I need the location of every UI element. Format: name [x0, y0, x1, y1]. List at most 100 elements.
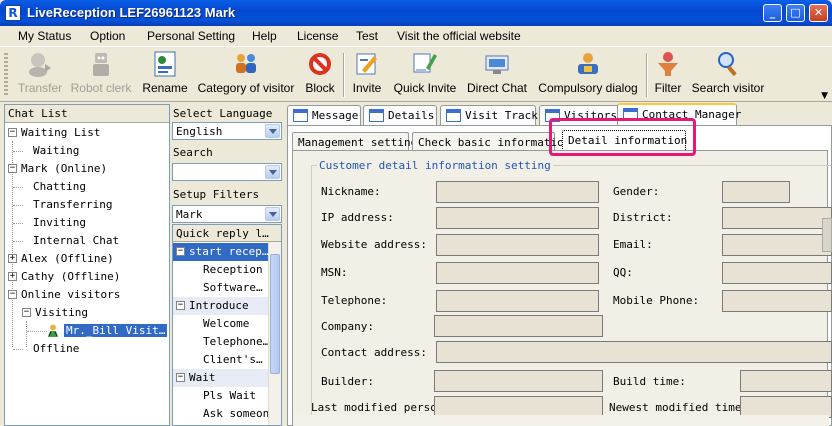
mobile-phone-label: Mobile Phone:: [613, 294, 700, 307]
category-of-visitor-button[interactable]: Category of visitor: [196, 50, 296, 100]
quick-reply-item[interactable]: Welcome: [173, 315, 269, 333]
close-button[interactable]: ✕: [809, 4, 828, 22]
vertical-scrollbar-thumb[interactable]: [822, 218, 832, 252]
menu-visit-website[interactable]: Visit the official website: [397, 29, 521, 43]
contact-address-field[interactable]: [436, 341, 832, 363]
quick-reply-item[interactable]: Ask someone: [173, 405, 269, 423]
language-select[interactable]: English: [172, 122, 282, 140]
transfer-button[interactable]: Transfer: [14, 50, 66, 100]
quick-reply-group-wait[interactable]: − Wait: [173, 369, 269, 387]
quick-reply-panel: Quick reply l… − start recep… Reception …: [172, 224, 282, 426]
menu-license[interactable]: License: [297, 29, 338, 43]
filter-select[interactable]: Mark: [172, 205, 282, 223]
robot-clerk-button[interactable]: Robot clerk: [68, 50, 134, 100]
tab-visit-track[interactable]: Visit Track: [440, 105, 538, 125]
tree-item-internal-chat[interactable]: Internal Chat: [5, 232, 169, 250]
quick-invite-button[interactable]: Quick Invite: [392, 50, 458, 100]
menu-bar: My Status Option Personal Setting Help L…: [0, 26, 832, 46]
gender-field[interactable]: [722, 181, 790, 203]
menu-my-status[interactable]: My Status: [18, 29, 71, 43]
dropdown-arrow-icon[interactable]: [265, 165, 280, 179]
quick-reply-item[interactable]: Reception 1: [173, 261, 269, 279]
mobile-phone-field[interactable]: [722, 290, 832, 312]
toolbar-overflow-chevron-icon[interactable]: ▼: [821, 91, 828, 101]
qq-field[interactable]: [722, 262, 832, 284]
collapse-icon[interactable]: −: [8, 164, 17, 173]
district-field[interactable]: [722, 207, 832, 229]
collapse-icon[interactable]: −: [22, 308, 31, 317]
collapse-icon[interactable]: −: [176, 247, 185, 256]
search-combo[interactable]: [172, 163, 282, 181]
quick-reply-item[interactable]: Telephone…: [173, 333, 269, 351]
menu-test[interactable]: Test: [356, 29, 378, 43]
build-time-field[interactable]: [740, 370, 832, 392]
telephone-field[interactable]: [436, 290, 599, 312]
block-button[interactable]: Block: [302, 50, 338, 100]
quick-reply-scrollbar[interactable]: [268, 242, 281, 425]
menu-help[interactable]: Help: [252, 29, 277, 43]
tree-item-alex-offline[interactable]: + Alex (Offline): [5, 250, 169, 268]
nickname-field[interactable]: [436, 181, 599, 203]
tree-item-visiting[interactable]: − Visiting: [5, 304, 169, 322]
tab-details[interactable]: Details: [363, 105, 437, 125]
company-field[interactable]: [434, 315, 603, 337]
compulsory-dialog-label: Compulsory dialog: [538, 81, 638, 95]
collapse-icon[interactable]: −: [176, 301, 185, 310]
rename-button[interactable]: Rename: [140, 50, 190, 100]
quick-reply-header: Quick reply l…: [173, 225, 281, 242]
horizontal-scrollbar[interactable]: [293, 415, 829, 426]
collapse-icon[interactable]: −: [176, 373, 185, 382]
dropdown-arrow-icon[interactable]: [265, 207, 280, 221]
tree-item-online-visitors[interactable]: − Online visitors: [5, 286, 169, 304]
tree-item-chatting[interactable]: Chatting: [5, 178, 169, 196]
quick-reply-item[interactable]: Software…: [173, 279, 269, 297]
quick-reply-group-start-reception[interactable]: − start recep…: [173, 243, 269, 261]
expand-icon[interactable]: +: [8, 272, 17, 281]
tree-item-transferring[interactable]: Transferring: [5, 196, 169, 214]
tree-item-waiting[interactable]: Waiting: [5, 142, 169, 160]
maximize-button[interactable]: □: [786, 4, 805, 22]
minimize-button[interactable]: _: [763, 4, 782, 22]
tree-item-cathy-offline[interactable]: + Cathy (Offline): [5, 268, 169, 286]
email-label: Email:: [613, 238, 653, 251]
filter-label: Filter: [654, 81, 682, 95]
rename-label: Rename: [142, 81, 188, 95]
visit-track-icon: [446, 109, 461, 122]
expand-icon[interactable]: +: [8, 254, 17, 263]
invite-button[interactable]: Invite: [348, 50, 386, 100]
builder-field[interactable]: [434, 370, 603, 392]
company-label: Company:: [321, 320, 374, 333]
quick-reply-item[interactable]: Pls Wait: [173, 387, 269, 405]
tree-item-mark-online[interactable]: − Mark (Online): [5, 160, 169, 178]
invite-icon: [356, 53, 377, 75]
dropdown-arrow-icon[interactable]: [265, 124, 280, 138]
ip-address-field[interactable]: [436, 207, 599, 229]
tree-item-offline[interactable]: Offline: [5, 340, 169, 358]
compulsory-dialog-button[interactable]: Compulsory dialog: [536, 50, 640, 100]
subtab-check-basic-information[interactable]: Check basic informatio: [412, 132, 564, 150]
tree-item-visitor-mr-bill[interactable]: Mr._Bill Visit…: [5, 322, 169, 340]
ip-address-label: IP address:: [321, 211, 394, 224]
message-icon: [293, 109, 308, 122]
filter-button[interactable]: Filter: [652, 50, 684, 100]
block-icon: [309, 53, 331, 75]
email-field[interactable]: [722, 234, 832, 256]
menu-option[interactable]: Option: [90, 29, 125, 43]
quick-reply-group-introduce[interactable]: − Introduce: [173, 297, 269, 315]
collapse-icon[interactable]: −: [8, 128, 17, 137]
menu-personal-setting[interactable]: Personal Setting: [147, 29, 235, 43]
msn-field[interactable]: [436, 262, 599, 284]
subtab-management-setting[interactable]: Management setting: [292, 132, 417, 150]
scrollbar-thumb[interactable]: [270, 254, 280, 374]
website-address-field[interactable]: [436, 234, 599, 256]
tab-message[interactable]: Message: [287, 105, 361, 125]
quick-reply-item[interactable]: Client's…: [173, 351, 269, 369]
telephone-label: Telephone:: [321, 294, 388, 307]
search-visitor-button[interactable]: Search visitor: [690, 50, 766, 100]
chat-list-panel: Chat List − Waiting List Waiting − Mark …: [4, 104, 170, 426]
toolbar-grip[interactable]: [4, 53, 8, 97]
direct-chat-button[interactable]: Direct Chat: [466, 50, 528, 100]
collapse-icon[interactable]: −: [8, 290, 17, 299]
tree-item-inviting[interactable]: Inviting: [5, 214, 169, 232]
tree-item-waiting-list[interactable]: − Waiting List: [5, 124, 169, 142]
